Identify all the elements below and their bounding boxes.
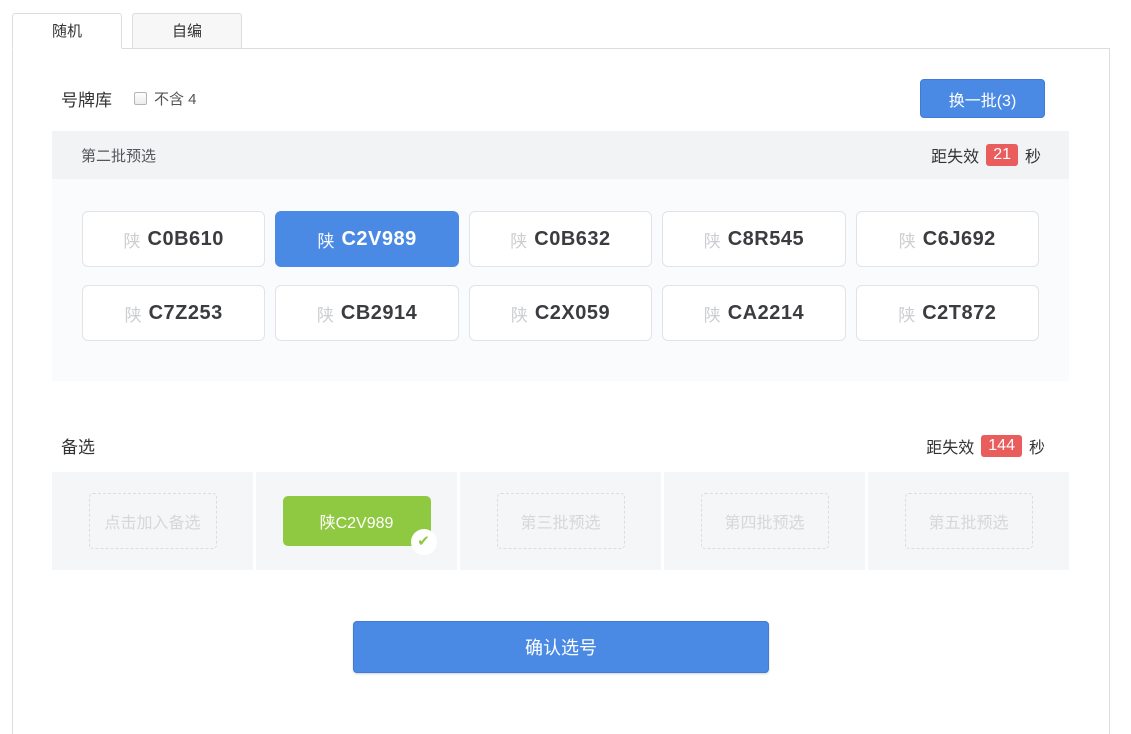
alternative-slot-cell: 第五批预选	[868, 472, 1069, 570]
alternative-slot-selected[interactable]: 陕C2V989✔	[283, 496, 431, 546]
alternative-slot-placeholder[interactable]: 第三批预选	[497, 493, 625, 549]
plate-number: CA2214	[728, 302, 804, 325]
refresh-batch-button[interactable]: 换一批(3)	[920, 79, 1045, 118]
plate-card[interactable]: 陕 C7Z253	[82, 285, 265, 341]
expiry-countdown-badge: 144	[981, 435, 1022, 457]
plate-card[interactable]: 陕 C0B632	[469, 211, 652, 267]
plate-prefix: 陕	[317, 301, 334, 326]
plate-number: C0B610	[148, 228, 224, 251]
plate-prefix: 陕	[125, 301, 142, 326]
plate-card[interactable]: 陕 C0B610	[82, 211, 265, 267]
library-header-row: 号牌库 不含 4 换一批(3)	[61, 79, 1045, 118]
exclude-4-filter: 不含 4	[134, 88, 197, 109]
batch-section: 第二批预选 距失效 21 秒 陕 C0B610 陕 C2V989 陕 C0B632 陕 C8R…	[52, 131, 1069, 381]
alternatives-band: 点击加入备选 陕C2V989 ✔ 第三批预选 第四批预选 第五批预选	[52, 472, 1069, 570]
plate-prefix: 陕	[317, 227, 334, 252]
alternatives-expiry: 距失效 144 秒	[926, 434, 1045, 458]
plate-number: C8R545	[728, 228, 804, 251]
alternative-slot-cell: 第三批预选	[460, 472, 661, 570]
expiry-prefix-label: 距失效	[931, 143, 979, 167]
confirm-selection-button[interactable]: 确认选号	[353, 621, 769, 673]
exclude-4-checkbox[interactable]	[134, 92, 147, 105]
library-title: 号牌库	[61, 86, 112, 111]
plate-number: C2V989	[341, 228, 416, 251]
plate-prefix: 陕	[511, 301, 528, 326]
alternatives-title: 备选	[61, 433, 95, 458]
batch-body: 陕 C0B610 陕 C2V989 陕 C0B632 陕 C8R545 陕 C6J692 陕 C7Z2…	[52, 179, 1069, 381]
plate-prefix: 陕	[898, 301, 915, 326]
batch-expiry: 距失效 21 秒	[931, 143, 1041, 167]
plate-grid: 陕 C0B610 陕 C2V989 陕 C0B632 陕 C8R545 陕 C6J692 陕 C7Z2…	[82, 211, 1039, 341]
tab-custom[interactable]: 自编	[132, 13, 242, 49]
alternative-slot-cell: 点击加入备选	[52, 472, 253, 570]
batch-header: 第二批预选 距失效 21 秒	[52, 131, 1069, 179]
plate-card[interactable]: 陕 C8R545	[662, 211, 845, 267]
plate-prefix: 陕	[510, 227, 527, 252]
batch-title: 第二批预选	[81, 145, 156, 166]
exclude-4-label: 不含 4	[154, 88, 197, 109]
alternative-slot-label: 陕C2V989	[320, 509, 394, 533]
alternative-slot-placeholder[interactable]: 第五批预选	[905, 493, 1033, 549]
plate-number: CB2914	[341, 302, 417, 325]
expiry-suffix-label: 秒	[1025, 143, 1041, 167]
plate-number: C2X059	[535, 302, 610, 325]
expiry-prefix-label: 距失效	[926, 434, 974, 458]
plate-card[interactable]: 陕 C2V989	[275, 211, 458, 267]
alternative-slot-placeholder[interactable]: 第四批预选	[701, 493, 829, 549]
plate-selection-panel: 号牌库 不含 4 换一批(3) 第二批预选 距失效 21 秒 陕C0B610陕C…	[12, 48, 1110, 734]
plate-prefix: 陕	[899, 227, 916, 252]
expiry-countdown-badge: 21	[986, 144, 1018, 166]
tab-random[interactable]: 随机	[12, 13, 122, 49]
plate-prefix: 陕	[704, 301, 721, 326]
plate-card[interactable]: 陕 C2T872	[856, 285, 1039, 341]
alternative-slot-placeholder[interactable]: 点击加入备选	[89, 493, 217, 549]
tab-bar: 随机自编	[0, 0, 1131, 49]
alternative-slot-cell: 第四批预选	[664, 472, 865, 570]
expiry-suffix-label: 秒	[1029, 434, 1045, 458]
plate-number: C0B632	[534, 228, 610, 251]
alternatives-header-row: 备选 距失效 144 秒	[61, 433, 1045, 458]
plate-card[interactable]: 陕 C6J692	[856, 211, 1039, 267]
plate-card[interactable]: 陕 C2X059	[469, 285, 652, 341]
plate-number: C2T872	[922, 302, 996, 325]
check-icon: ✔	[411, 529, 437, 555]
plate-card[interactable]: 陕 CB2914	[275, 285, 458, 341]
alternative-slot-cell: 陕C2V989 ✔	[256, 472, 457, 570]
plate-prefix: 陕	[124, 227, 141, 252]
plate-number: C7Z253	[149, 302, 223, 325]
plate-prefix: 陕	[704, 227, 721, 252]
plate-number: C6J692	[923, 228, 996, 251]
plate-card[interactable]: 陕 CA2214	[662, 285, 845, 341]
